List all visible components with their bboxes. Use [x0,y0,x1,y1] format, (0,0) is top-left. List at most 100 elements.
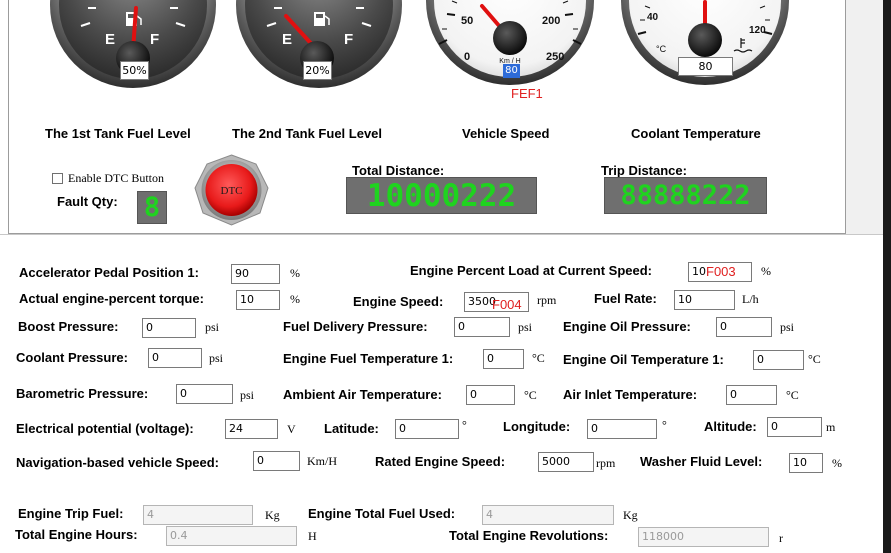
full-mark: F [150,31,159,48]
fault-qty-label: Fault Qty: [57,194,118,209]
fuel-temp-label: Engine Fuel Temperature 1: [283,351,454,366]
trip-distance-display: 88888222 [604,177,767,214]
tank1-value-display: 50% [120,61,149,80]
oil-temp-label: Engine Oil Temperature 1: [563,352,724,367]
ambient-temp-input[interactable]: 0 [466,385,515,405]
coolant-pressure-label: Coolant Pressure: [16,350,128,365]
total-fuel-label: Engine Total Fuel Used: [308,506,456,521]
engine-torque-unit: % [290,292,300,306]
tank1-label: The 1st Tank Fuel Level [45,126,191,141]
engine-hours-input[interactable]: 0.4 [166,526,297,546]
altitude-label: Altitude: [704,419,757,434]
rated-speed-label: Rated Engine Speed: [375,454,506,469]
engine-revolutions-label: Total Engine Revolutions: [449,528,609,543]
fuel-rate-input[interactable]: 10 [674,290,735,310]
fuel-delivery-input[interactable]: 0 [454,317,510,337]
longitude-unit: ° [662,418,667,432]
fuel-delivery-unit: psi [518,320,533,334]
air-inlet-label: Air Inlet Temperature: [563,387,698,402]
divider [0,234,891,235]
oil-temp-unit: °C [808,352,821,366]
engine-hours-unit: H [308,529,317,543]
total-distance-label: Total Distance: [352,163,445,178]
trip-distance-value: 88888222 [620,180,751,211]
dtc-button-label: DTC [221,185,243,197]
total-fuel-input[interactable]: 4 [482,505,614,525]
fuel-delivery-label: Fuel Delivery Pressure: [283,319,428,334]
speed-tag: FEF1 [511,86,543,101]
coolant-pressure-input[interactable]: 0 [148,348,202,368]
total-fuel-unit: Kg [623,508,638,522]
air-inlet-input[interactable]: 0 [726,385,777,405]
rated-speed-input[interactable]: 5000 [538,452,594,472]
trip-fuel-label: Engine Trip Fuel: [18,506,124,521]
washer-fluid-unit: % [832,456,842,470]
window-edge [883,0,891,553]
enable-dtc-checkbox[interactable]: Enable DTC Button [52,171,164,186]
trip-fuel-input[interactable]: 4 [143,505,253,525]
engine-revolutions-input[interactable]: 118000 [638,527,769,547]
latitude-label: Latitude: [324,421,379,436]
dtc-button[interactable]: DTC [193,154,270,226]
trip-distance-label: Trip Distance: [601,163,687,178]
fuel-rate-unit: L/h [742,292,759,306]
coolant-value-display: 80 [678,57,733,76]
engine-torque-input[interactable]: 10 [236,290,280,310]
washer-fluid-input[interactable]: 10 [789,453,823,473]
latitude-input[interactable]: 0 [395,419,459,439]
checkbox-box[interactable] [52,173,63,184]
boost-pressure-label: Boost Pressure: [18,319,119,334]
celsius-label: °C [656,44,667,54]
engine-torque-label: Actual engine-percent torque: [19,291,204,306]
speed-tick-label: 250 [546,51,564,63]
barometric-pressure-unit: psi [240,388,255,402]
fault-qty-display: 8 [137,191,167,224]
fault-qty-value: 8 [143,192,161,223]
vehicle-speed-label: Vehicle Speed [462,126,550,141]
fuel-temp-input[interactable]: 0 [483,349,524,369]
oil-temp-input[interactable]: 0 [753,350,804,370]
voltage-label: Electrical potential (voltage): [16,421,194,436]
coolant-pressure-unit: psi [209,351,224,365]
trip-fuel-unit: Kg [265,508,280,522]
barometric-pressure-input[interactable]: 0 [176,384,233,404]
accel-pedal-unit: % [290,266,300,280]
empty-mark: E [282,31,292,48]
voltage-input[interactable]: 24 [225,419,278,439]
accel-pedal-input[interactable]: 90 [231,264,280,284]
total-distance-value: 10000222 [366,177,517,214]
empty-mark: E [105,31,115,48]
tank2-value-display: 20% [303,61,332,80]
needle-hub [493,21,527,55]
fuel-rate-label: Fuel Rate: [594,291,657,306]
barometric-pressure-label: Barometric Pressure: [16,386,149,401]
oil-pressure-input[interactable]: 0 [716,317,772,337]
nav-speed-unit: Km/H [307,454,337,468]
boost-pressure-input[interactable]: 0 [142,318,196,338]
nav-speed-input[interactable]: 0 [253,451,300,471]
tank2-label: The 2nd Tank Fuel Level [232,126,383,141]
latitude-unit: ° [462,418,467,432]
air-inlet-unit: °C [786,388,799,402]
oil-pressure-label: Engine Oil Pressure: [563,319,691,334]
speed-tick-label: 50 [461,15,473,27]
altitude-unit: m [826,420,836,434]
boost-pressure-unit: psi [205,320,220,334]
speed-value-display: 80 [503,64,520,78]
engine-load-tag: F003 [706,264,736,279]
fuel-temp-unit: °C [532,351,545,365]
engine-speed-tag: F004 [492,297,522,312]
engine-speed-unit: rpm [537,293,557,307]
nav-speed-label: Navigation-based vehicle Speed: [16,455,220,470]
enable-dtc-label: Enable DTC Button [68,171,164,185]
needle-hub [688,23,722,57]
coolant-tick-label: 120 [749,25,766,36]
oil-pressure-unit: psi [780,320,795,334]
voltage-unit: V [287,422,296,436]
coolant-tick-label: 40 [647,12,659,23]
engine-revolutions-unit: r [779,531,783,545]
total-distance-display: 10000222 [346,177,537,214]
longitude-input[interactable]: 0 [587,419,657,439]
altitude-input[interactable]: 0 [767,417,822,437]
engine-load-unit: % [761,264,771,278]
